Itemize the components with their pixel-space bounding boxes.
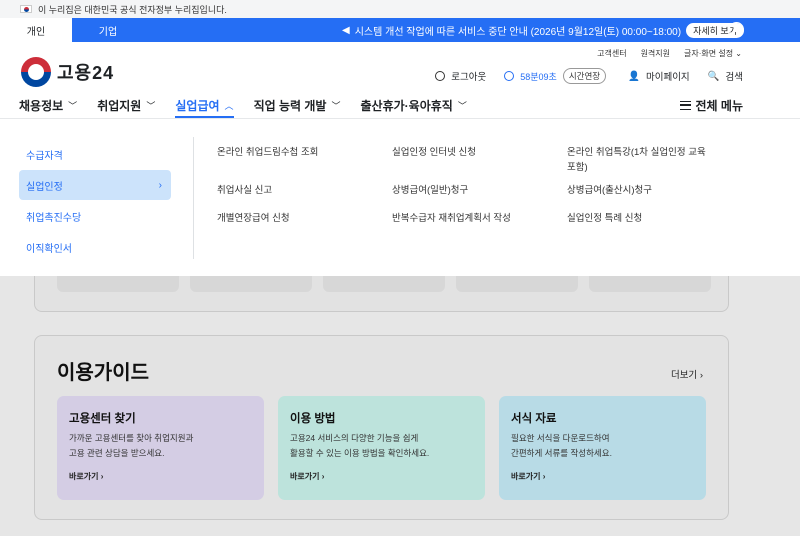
section-title: 이용가이드 xyxy=(57,362,149,384)
chevron-right-icon: › xyxy=(100,471,104,481)
gov-banner-text: 이 누리집은 대한민국 공식 전자정부 누리집입니다. xyxy=(38,4,227,15)
guide-card-how-to-use[interactable]: 이용 방법 고용24 서비스의 다양한 기능을 쉽게 활용할 수 있는 이용 방법… xyxy=(278,396,485,500)
chevron-down-icon: ﹀ xyxy=(331,100,341,111)
logout-button[interactable]: 로그아웃 xyxy=(451,69,486,83)
util-link-customer-center[interactable]: 고객센터 xyxy=(597,48,626,59)
main-nav: 채용정보 ﹀ 취업지원 ﹀ 실업급여 ︿ 직업 능력 개발 ﹀ 출산휴가·육아휴직 ﹀ 전… xyxy=(0,92,800,118)
chevron-down-icon: ⌄ xyxy=(735,49,742,58)
menu-link[interactable]: 실업인정 특례 신청 xyxy=(567,211,707,231)
previous-item xyxy=(589,276,711,292)
card-description: 필요한 서식을 다운로드하여 간편하게 서류를 작성하세요. xyxy=(511,433,612,458)
util-link-display-settings[interactable]: 글자·화면 설정 ⌄ xyxy=(684,48,742,59)
utility-links: 고객센터 원격지원 글자·화면 설정 ⌄ xyxy=(597,48,742,59)
chevron-down-icon: ﹀ xyxy=(68,100,78,111)
nav-item-vocational-training[interactable]: 직업 능력 개발 ﹀ xyxy=(254,92,341,118)
card-link[interactable]: 바로가기 › xyxy=(69,471,252,482)
submenu-item-separation-confirmation[interactable]: 이직확인서 xyxy=(19,232,171,262)
search-button[interactable]: 검색 xyxy=(726,69,743,83)
chevron-down-icon: ﹀ xyxy=(146,100,156,111)
power-icon xyxy=(435,71,446,81)
previous-item xyxy=(323,276,445,292)
previous-item xyxy=(190,276,312,292)
usage-guide-section: 이용가이드 더보기 › 고용센터 찾기 가까운 고용센터를 찾아 취업지원과 고용… xyxy=(34,335,729,520)
all-menu-label: 전체 메뉴 xyxy=(695,98,744,113)
submenu-item-eligibility[interactable]: 수급자격 xyxy=(19,139,171,169)
menu-link[interactable]: 상병급여(일반)청구 xyxy=(392,183,567,203)
menu-link[interactable]: 취업사실 신고 xyxy=(217,183,392,203)
guide-card-center-finder[interactable]: 고용센터 찾기 가까운 고용센터를 찾아 취업지원과 고용 관련 상담을 받으세요… xyxy=(57,396,264,500)
menu-link[interactable]: 온라인 취업드림수첩 조회 xyxy=(217,145,392,175)
logo-text: 고용24 xyxy=(57,63,115,83)
menu-link[interactable]: 실업인정 인터넷 신청 xyxy=(392,145,567,175)
previous-item xyxy=(456,276,578,292)
submenu-item-reemployment-allowance[interactable]: 취업촉진수당 xyxy=(19,201,171,231)
submenu-item-label: 실업인정 xyxy=(26,181,63,193)
chevron-up-icon: ︿ xyxy=(224,100,234,111)
more-link[interactable]: 더보기 › xyxy=(671,367,703,381)
menu-link[interactable]: 온라인 취업특강(1차 실업인정 교육 포함) xyxy=(567,145,707,175)
mypage-button[interactable]: 마이페이지 xyxy=(646,69,690,83)
clock-icon xyxy=(504,71,515,81)
card-title: 서식 자료 xyxy=(511,413,557,425)
session-timer: 58분09초 xyxy=(520,71,557,82)
nav-item-employment-support[interactable]: 취업지원 ﹀ xyxy=(97,92,155,118)
chevron-right-icon: › xyxy=(699,370,703,381)
util-link-remote-support[interactable]: 원격지원 xyxy=(641,48,670,59)
gov-banner: 이 누리집은 대한민국 공식 전자정부 누리집입니다. xyxy=(0,0,800,18)
notice-bar: 개인 기업 ◀ 시스템 개선 작업에 따른 서비스 중단 안내 (2026년 9… xyxy=(0,18,800,42)
card-link[interactable]: 바로가기 › xyxy=(290,471,473,482)
taegeuk-logo-icon xyxy=(21,57,51,87)
chevron-right-icon: › xyxy=(321,471,325,481)
user-icon: 👤 xyxy=(628,70,640,82)
chevron-right-icon: › xyxy=(158,179,162,191)
korea-flag-icon xyxy=(20,5,32,13)
tab-corporate[interactable]: 기업 xyxy=(72,18,144,42)
card-link[interactable]: 바로가기 › xyxy=(511,471,694,482)
card-title: 이용 방법 xyxy=(290,413,336,425)
all-menu-button[interactable]: 전체 메뉴 xyxy=(679,92,744,118)
nav-item-jobs[interactable]: 채용정보 ﹀ xyxy=(19,92,77,118)
previous-item xyxy=(57,276,179,292)
mega-menu: 수급자격 실업인정 › 취업촉진수당 이직확인서 온라인 취업드림수첩 조회 실… xyxy=(0,118,800,276)
notice: ◀ 시스템 개선 작업에 따른 서비스 중단 안내 (2026년 9월12일(토… xyxy=(342,18,744,42)
menu-link[interactable]: 반복수급자 재취업계획서 작성 xyxy=(392,211,567,231)
menu-link[interactable]: 개별연장급여 신청 xyxy=(217,211,392,231)
menu-link[interactable]: 상병급여(출산시)청구 xyxy=(567,183,707,203)
notice-text[interactable]: 시스템 개선 작업에 따른 서비스 중단 안내 (2026년 9월12일(토) … xyxy=(355,23,681,38)
pause-icon[interactable] xyxy=(729,22,744,37)
card-description: 고용24 서비스의 다양한 기능을 쉽게 활용할 수 있는 이용 방법을 확인하세… xyxy=(290,433,430,458)
logo[interactable]: 고용24 xyxy=(21,57,114,87)
tab-personal[interactable]: 개인 xyxy=(0,18,72,42)
chevron-right-icon: › xyxy=(542,471,546,481)
submenu-item-unemployment-recognition[interactable]: 실업인정 › xyxy=(19,170,171,200)
chevron-down-icon: ﹀ xyxy=(457,100,467,111)
extend-session-button[interactable]: 시간연장 xyxy=(562,68,607,84)
card-description: 가까운 고용센터를 찾아 취업지원과 고용 관련 상담을 받으세요. xyxy=(69,433,194,458)
menu-links: 온라인 취업드림수첩 조회 실업인정 인터넷 신청 온라인 취업특강(1차 실업… xyxy=(217,145,707,231)
search-icon[interactable]: 🔍 xyxy=(708,71,720,82)
hamburger-icon xyxy=(679,100,691,110)
nav-item-unemployment-benefits[interactable]: 실업급여 ︿ xyxy=(175,92,234,118)
megaphone-icon: ◀ xyxy=(342,24,350,36)
guide-card-forms[interactable]: 서식 자료 필요한 서식을 다운로드하여 간편하게 서류를 작성하세요. 바로가기… xyxy=(499,396,706,500)
previous-section-items xyxy=(57,276,711,292)
header-actions: 로그아웃 58분09초 시간연장 👤 마이페이지 🔍 검색 xyxy=(435,68,743,84)
menu-divider xyxy=(193,137,194,259)
nav-item-parental-leave[interactable]: 출산휴가·육아휴직 ﹀ xyxy=(361,92,467,118)
submenu: 수급자격 실업인정 › 취업촉진수당 이직확인서 xyxy=(19,139,171,263)
card-title: 고용센터 찾기 xyxy=(69,413,136,425)
guide-cards: 고용센터 찾기 가까운 고용센터를 찾아 취업지원과 고용 관련 상담을 받으세요… xyxy=(57,396,706,500)
